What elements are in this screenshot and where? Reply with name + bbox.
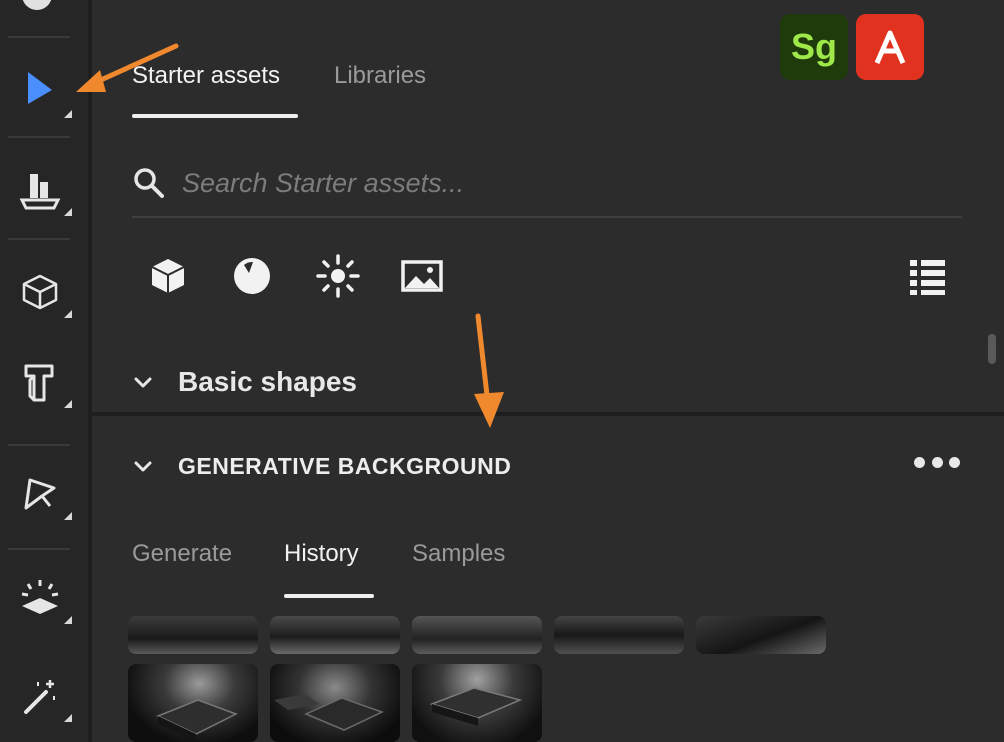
chevron-down-icon — [134, 461, 152, 472]
filter-shapes-button[interactable] — [144, 252, 192, 300]
substance-app-badge[interactable]: Sg — [780, 14, 848, 80]
toolbar-divider — [8, 444, 70, 446]
environment-icon — [401, 260, 443, 292]
shape-icon — [151, 259, 185, 293]
history-thumbnail[interactable] — [696, 616, 826, 654]
stage-tool-button[interactable] — [14, 164, 72, 216]
select-tool-icon — [28, 72, 52, 104]
tab-active-underline — [132, 114, 298, 118]
magic-wand-tool-button[interactable] — [14, 670, 72, 722]
subtab-generate[interactable]: Generate — [132, 540, 232, 568]
subtab-history[interactable]: History — [284, 540, 359, 568]
stone-slab-icon — [429, 687, 523, 726]
magic-wand-tool-icon — [24, 680, 55, 714]
stone-slab-icon — [156, 699, 238, 742]
list-view-button[interactable] — [906, 254, 950, 298]
material-icon — [234, 258, 270, 294]
search-icon — [134, 168, 164, 198]
toolbar-divider — [8, 238, 70, 240]
subtab-active-underline — [284, 594, 374, 598]
search-input[interactable] — [180, 160, 944, 206]
filter-environments-button[interactable] — [398, 252, 446, 300]
toolbar-divider — [8, 136, 70, 138]
adobe-app-badge[interactable] — [856, 14, 924, 80]
more-dot-icon — [914, 456, 925, 468]
partial-tool-icon[interactable] — [22, 0, 52, 10]
generative-background-header[interactable]: GENERATIVE BACKGROUND — [132, 448, 511, 484]
select-tool-button[interactable] — [14, 62, 72, 118]
assets-panel: Starter assets Libraries Sg Search Start… — [92, 0, 1004, 412]
history-thumbnail[interactable] — [270, 664, 400, 742]
filter-lights-button[interactable] — [314, 252, 362, 300]
more-options-button[interactable] — [914, 452, 960, 472]
shapes-tool-icon — [24, 364, 54, 402]
adobe-logo-icon — [874, 30, 906, 64]
history-thumbnail[interactable] — [412, 616, 542, 654]
generative-background-title: GENERATIVE BACKGROUND — [178, 452, 512, 479]
list-view-icon — [910, 260, 945, 295]
tab-starter-assets[interactable]: Starter assets — [132, 62, 280, 90]
history-thumbnail[interactable] — [554, 616, 684, 654]
shapes-tool-button[interactable] — [14, 356, 72, 408]
subtab-samples[interactable]: Samples — [412, 540, 505, 568]
basic-shapes-title: Basic shapes — [178, 366, 357, 397]
toolbar-divider — [8, 36, 70, 38]
history-thumbnail[interactable] — [412, 664, 542, 742]
tab-libraries[interactable]: Libraries — [334, 62, 426, 90]
cube-tool-icon — [22, 274, 58, 310]
pen-tool-button[interactable] — [14, 468, 72, 520]
panel-scrollbar[interactable] — [988, 334, 996, 364]
history-thumbnail[interactable] — [270, 616, 400, 654]
toolbar-divider — [8, 548, 70, 550]
filter-materials-button[interactable] — [228, 252, 276, 300]
history-thumbnail[interactable] — [128, 616, 258, 654]
stone-slab-icon — [274, 694, 384, 731]
chevron-down-icon — [134, 377, 152, 388]
light-icon — [316, 254, 360, 298]
more-dot-icon — [931, 456, 943, 468]
cube-tool-button[interactable] — [14, 266, 72, 318]
generative-background-panel: GENERATIVE BACKGROUND Generate History S… — [92, 416, 1004, 742]
stage-tool-icon — [19, 174, 61, 210]
more-dot-icon — [949, 456, 960, 468]
pen-tool-icon — [24, 478, 56, 510]
history-thumbnail[interactable] — [128, 664, 258, 742]
light-tool-icon — [21, 580, 59, 614]
light-tool-button[interactable] — [14, 572, 72, 624]
search-bar — [132, 160, 962, 218]
basic-shapes-header[interactable]: Basic shapes — [132, 362, 357, 402]
left-toolbar — [0, 0, 88, 742]
